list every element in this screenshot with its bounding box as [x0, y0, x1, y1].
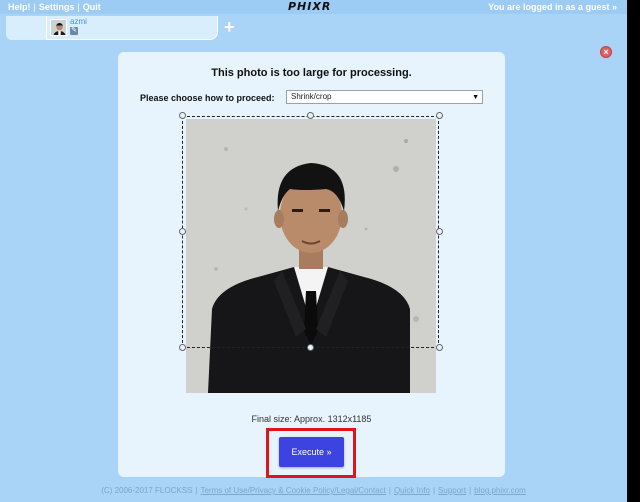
- crop-handle-right[interactable]: [436, 228, 443, 235]
- top-links: Help! | Settings | Quit: [8, 2, 101, 12]
- footer-copyright: (C) 2006-2017 FLOCKSS: [101, 486, 193, 495]
- help-link[interactable]: Help!: [8, 2, 31, 12]
- login-status-link[interactable]: You are logged in as a guest »: [488, 2, 617, 12]
- crop-handle-top[interactable]: [307, 112, 314, 119]
- crop-handle-top-right[interactable]: [436, 112, 443, 119]
- tab-name: azmi: [70, 17, 87, 26]
- quit-link[interactable]: Quit: [83, 2, 101, 12]
- plus-icon[interactable]: +: [224, 17, 235, 37]
- window-edge: [627, 0, 640, 502]
- settings-link[interactable]: Settings: [39, 2, 75, 12]
- footer-link-terms[interactable]: Terms of Use/Privacy & Cookie Policy/Leg…: [200, 486, 385, 495]
- app-logo: PHIXR: [288, 0, 332, 13]
- photo-preview: [186, 119, 436, 393]
- crop-handle-bottom[interactable]: [307, 344, 314, 351]
- dialog-title: This photo is too large for processing.: [211, 67, 412, 79]
- avatar: [50, 19, 67, 36]
- crop-handle-bottom-right[interactable]: [436, 344, 443, 351]
- proceed-select[interactable]: Shrink/crop ▼: [286, 90, 483, 104]
- close-icon[interactable]: ×: [600, 46, 612, 58]
- chevron-down-icon: ▼: [472, 94, 479, 101]
- top-bar: Help! | Settings | Quit PHIXR You are logged…: [0, 0, 627, 14]
- proceed-select-value: Shrink/crop: [291, 92, 332, 101]
- crop-handle-left[interactable]: [179, 228, 186, 235]
- photo-tab[interactable]: azmi ✎: [46, 16, 218, 40]
- execute-button[interactable]: Execute »: [279, 437, 344, 467]
- choose-label: Please choose how to proceed:: [140, 93, 275, 103]
- footer-link-blog[interactable]: blog.phixr.com: [474, 486, 526, 495]
- footer: (C) 2006-2017 FLOCKSS | Terms of Use/Priva…: [101, 486, 526, 495]
- footer-link-quick-info[interactable]: Quick Info: [394, 486, 430, 495]
- app-window: Help! | Settings | Quit PHIXR You are logged…: [0, 0, 627, 502]
- crop-handle-bottom-left[interactable]: [179, 344, 186, 351]
- tab-badge-icon: ✎: [70, 27, 78, 35]
- tabs-row: azmi ✎ +: [0, 14, 627, 42]
- crop-handle-top-left[interactable]: [179, 112, 186, 119]
- resize-dialog: This photo is too large for processing. …: [118, 52, 505, 478]
- final-size-text: Final size: Approx. 1312x1185: [251, 414, 372, 424]
- tab-spacer: [6, 16, 46, 40]
- footer-link-support[interactable]: Support: [438, 486, 466, 495]
